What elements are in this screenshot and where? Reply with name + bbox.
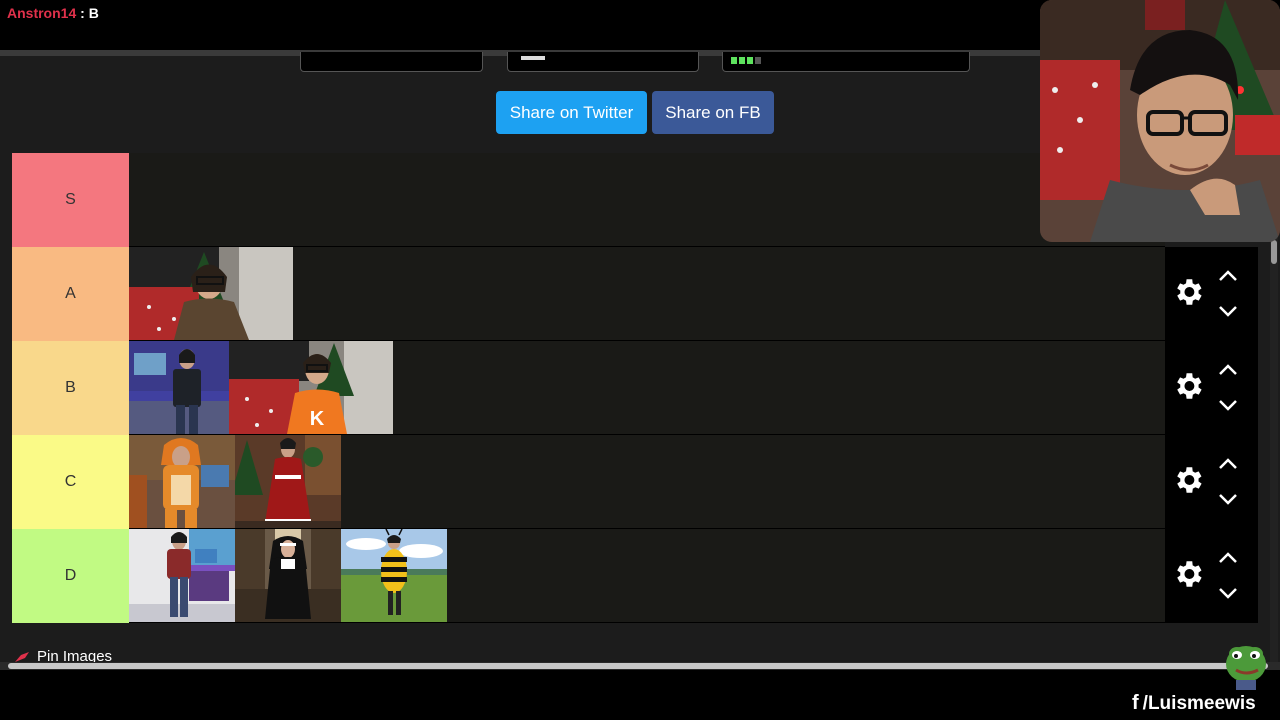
tier-item-image[interactable]	[129, 247, 293, 340]
tier-label-b[interactable]: B	[12, 341, 129, 435]
gear-icon[interactable]	[1171, 369, 1205, 403]
chat-separator: :	[76, 5, 89, 21]
chevron-up-icon[interactable]	[1218, 552, 1238, 564]
toolbar-control-3[interactable]	[722, 52, 970, 72]
gear-icon[interactable]	[1171, 275, 1205, 309]
share-fb-button[interactable]: Share on FB	[652, 91, 774, 134]
webcam-overlay	[1040, 0, 1280, 242]
chevron-down-icon[interactable]	[1218, 493, 1238, 505]
tier-row-s: S	[12, 153, 1165, 247]
tier-item-image[interactable]	[129, 529, 235, 622]
tier-items-b: K	[129, 341, 393, 435]
toolbar-control-1[interactable]	[300, 52, 483, 72]
gear-icon[interactable]	[1171, 463, 1205, 497]
gear-icon[interactable]	[1171, 557, 1205, 591]
tier-item-image[interactable]	[235, 529, 341, 622]
tier-row-d: D	[12, 529, 1165, 623]
chevron-up-icon[interactable]	[1218, 364, 1238, 376]
pin-icon	[15, 651, 29, 662]
social-handle-text: /Luismeewis	[1142, 692, 1256, 714]
chat-username: Anstron14	[7, 5, 77, 21]
tier-controls-d	[1165, 529, 1258, 623]
chevron-up-icon[interactable]	[1218, 270, 1238, 282]
share-twitter-button[interactable]: Share on Twitter	[496, 91, 647, 134]
image-list-icon	[521, 56, 545, 60]
vertical-scrollbar-thumb[interactable]	[1271, 240, 1277, 264]
tier-item-image[interactable]	[129, 341, 229, 434]
tier-label-d[interactable]: D	[12, 529, 129, 623]
tier-row-c: C	[12, 435, 1165, 529]
pepe-frog-emote	[1226, 646, 1266, 690]
tier-item-image[interactable]	[129, 435, 235, 528]
social-handle: f /Luismeewis	[1132, 692, 1256, 715]
tier-item-image[interactable]	[235, 435, 341, 528]
tier-row-a: A	[12, 247, 1165, 341]
toolbar-control-2[interactable]	[507, 52, 699, 72]
tier-row-b: B K	[12, 341, 1165, 435]
tier-label-s[interactable]: S	[12, 153, 129, 247]
chevron-down-icon[interactable]	[1218, 399, 1238, 411]
tier-label-c[interactable]: C	[12, 435, 129, 529]
tier-controls-a	[1165, 247, 1258, 341]
horizontal-scrollbar[interactable]	[0, 662, 1280, 670]
chat-text: B	[88, 5, 99, 21]
svg-text:K: K	[310, 408, 325, 430]
facebook-icon: f	[1132, 692, 1139, 714]
chevron-down-icon[interactable]	[1218, 305, 1238, 317]
horizontal-scrollbar-thumb[interactable]	[8, 663, 1268, 669]
tier-controls-b	[1165, 341, 1258, 435]
tier-item-image[interactable]: K	[229, 341, 393, 434]
tier-items-c	[129, 435, 341, 529]
tier-items-d	[129, 529, 447, 623]
tier-items-a	[129, 247, 293, 341]
chevron-down-icon[interactable]	[1218, 587, 1238, 599]
tier-label-a[interactable]: A	[12, 247, 129, 341]
tier-controls-c	[1165, 435, 1258, 529]
tier-item-image[interactable]	[341, 529, 447, 622]
chevron-up-icon[interactable]	[1218, 458, 1238, 470]
battery-dots-icon	[731, 57, 761, 64]
chat-message: Anstron14 : B	[7, 5, 99, 21]
